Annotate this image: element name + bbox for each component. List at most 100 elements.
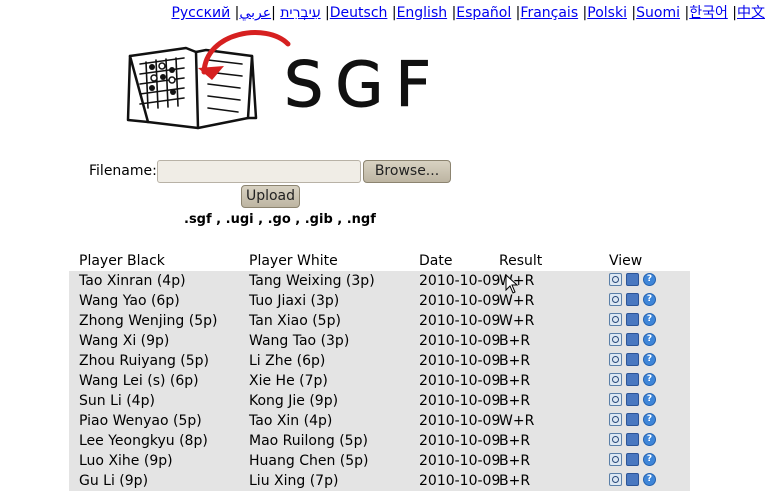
board-icon[interactable]: [626, 453, 639, 466]
table-row: Wang Yao (6p) Tuo Jiaxi (3p) 2010-10-09 W+R…: [69, 291, 690, 311]
language-link[interactable]: Français: [520, 5, 578, 21]
board-icon[interactable]: [626, 293, 639, 306]
result-cell: B+R: [499, 433, 531, 449]
language-link[interactable]: عربي: [239, 5, 271, 21]
table-row: Tao Xinran (4p) Tang Weixing (3p) 2010-10-…: [69, 271, 690, 291]
board-icon[interactable]: [626, 413, 639, 426]
table-row: Piao Wenyao (5p) Tao Xin (4p) 2010-10-09 W+…: [69, 411, 690, 431]
result-cell: B+R: [499, 353, 531, 369]
board-icon[interactable]: [626, 313, 639, 326]
filename-label: Filename:: [89, 163, 157, 179]
browse-button[interactable]: Browse...: [363, 160, 451, 183]
board-icon[interactable]: [626, 433, 639, 446]
help-icon[interactable]: ?: [643, 473, 656, 486]
search-icon[interactable]: [609, 433, 622, 446]
search-icon[interactable]: [609, 273, 622, 286]
table-row: Zhong Wenjing (5p) Tan Xiao (5p) 2010-10-0…: [69, 311, 690, 331]
help-icon[interactable]: ?: [643, 333, 656, 346]
upload-button[interactable]: Upload: [241, 185, 300, 208]
view-icons: ?: [609, 373, 660, 389]
board-icon[interactable]: [626, 473, 639, 486]
logo-text: SGF: [284, 48, 436, 121]
help-icon[interactable]: ?: [643, 373, 656, 386]
help-icon[interactable]: ?: [643, 273, 656, 286]
view-icons: ?: [609, 433, 660, 449]
board-icon[interactable]: [626, 373, 639, 386]
help-icon[interactable]: ?: [643, 353, 656, 366]
table-row: Wang Lei (s) (6p) Xie He (7p) 2010-10-09 B+…: [69, 371, 690, 391]
date-cell: 2010-10-09: [419, 353, 501, 369]
language-link[interactable]: 中文: [737, 5, 765, 21]
help-icon[interactable]: ?: [643, 433, 656, 446]
board-icon[interactable]: [626, 393, 639, 406]
table-row: Gu Li (9p) Liu Xing (7p) 2010-10-09 B+R?: [69, 471, 690, 491]
header-result: Result: [499, 253, 543, 269]
view-icons: ?: [609, 313, 660, 329]
board-icon[interactable]: [626, 353, 639, 366]
language-separator: |: [727, 5, 737, 21]
date-cell: 2010-10-09: [419, 273, 501, 289]
search-icon[interactable]: [609, 333, 622, 346]
date-cell: 2010-10-09: [419, 413, 501, 429]
help-icon[interactable]: ?: [643, 313, 656, 326]
sgf-logo: SGF: [126, 30, 436, 130]
search-icon[interactable]: [609, 413, 622, 426]
search-icon[interactable]: [609, 373, 622, 386]
header-player-white: Player White: [249, 253, 338, 269]
result-cell: W+R: [499, 293, 535, 309]
help-icon[interactable]: ?: [643, 413, 656, 426]
header-view: View: [609, 253, 643, 269]
search-icon[interactable]: [609, 353, 622, 366]
language-link[interactable]: Deutsch: [330, 5, 388, 21]
help-icon[interactable]: ?: [643, 293, 656, 306]
search-icon[interactable]: [609, 393, 622, 406]
view-icons: ?: [609, 413, 660, 429]
filename-input[interactable]: [157, 160, 361, 183]
player-black-cell: Wang Yao (6p): [79, 293, 180, 309]
result-cell: W+R: [499, 413, 535, 429]
help-icon[interactable]: ?: [643, 453, 656, 466]
search-icon[interactable]: [609, 293, 622, 306]
language-separator: |: [626, 5, 637, 21]
language-link[interactable]: English: [397, 5, 448, 21]
language-link[interactable]: Español: [456, 5, 511, 21]
date-cell: 2010-10-09: [419, 473, 501, 489]
language-separator: |: [387, 5, 397, 21]
result-cell: W+R: [499, 313, 535, 329]
header-player-black: Player Black: [79, 253, 165, 269]
language-link[interactable]: Русский: [171, 5, 230, 21]
language-link[interactable]: Suomi: [636, 5, 680, 21]
player-black-cell: Lee Yeongkyu (8p): [79, 433, 208, 449]
player-white-cell: Kong Jie (9p): [249, 393, 339, 409]
date-cell: 2010-10-09: [419, 373, 501, 389]
table-header: Player Black Player White Date Result Vi…: [69, 252, 690, 271]
player-white-cell: Huang Chen (5p): [249, 453, 369, 469]
date-cell: 2010-10-09: [419, 313, 501, 329]
player-black-cell: Luo Xihe (9p): [79, 453, 173, 469]
result-cell: B+R: [499, 473, 531, 489]
view-icons: ?: [609, 393, 660, 409]
view-icons: ?: [609, 293, 660, 309]
games-table: Player Black Player White Date Result Vi…: [69, 252, 690, 491]
player-white-cell: Li Zhe (6p): [249, 353, 326, 369]
help-icon[interactable]: ?: [643, 393, 656, 406]
language-link[interactable]: 한국어: [689, 5, 728, 21]
board-icon[interactable]: [626, 333, 639, 346]
table-row: Sun Li (4p) Kong Jie (9p) 2010-10-09 B+R?: [69, 391, 690, 411]
table-row: Zhou Ruiyang (5p) Li Zhe (6p) 2010-10-09 B+…: [69, 351, 690, 371]
table-row: Lee Yeongkyu (8p) Mao Ruilong (5p) 2010-10…: [69, 431, 690, 451]
search-icon[interactable]: [609, 313, 622, 326]
table-row: Luo Xihe (9p) Huang Chen (5p) 2010-10-09 B+…: [69, 451, 690, 471]
board-icon[interactable]: [626, 273, 639, 286]
language-link[interactable]: עִיבְרִית: [280, 5, 320, 21]
result-cell: B+R: [499, 373, 531, 389]
date-cell: 2010-10-09: [419, 333, 501, 349]
search-icon[interactable]: [609, 473, 622, 486]
view-icons: ?: [609, 453, 660, 469]
search-icon[interactable]: [609, 453, 622, 466]
language-link[interactable]: Polski: [587, 5, 627, 21]
player-black-cell: Tao Xinran (4p): [79, 273, 186, 289]
language-separator: |: [578, 5, 588, 21]
date-cell: 2010-10-09: [419, 433, 501, 449]
result-cell: B+R: [499, 453, 531, 469]
